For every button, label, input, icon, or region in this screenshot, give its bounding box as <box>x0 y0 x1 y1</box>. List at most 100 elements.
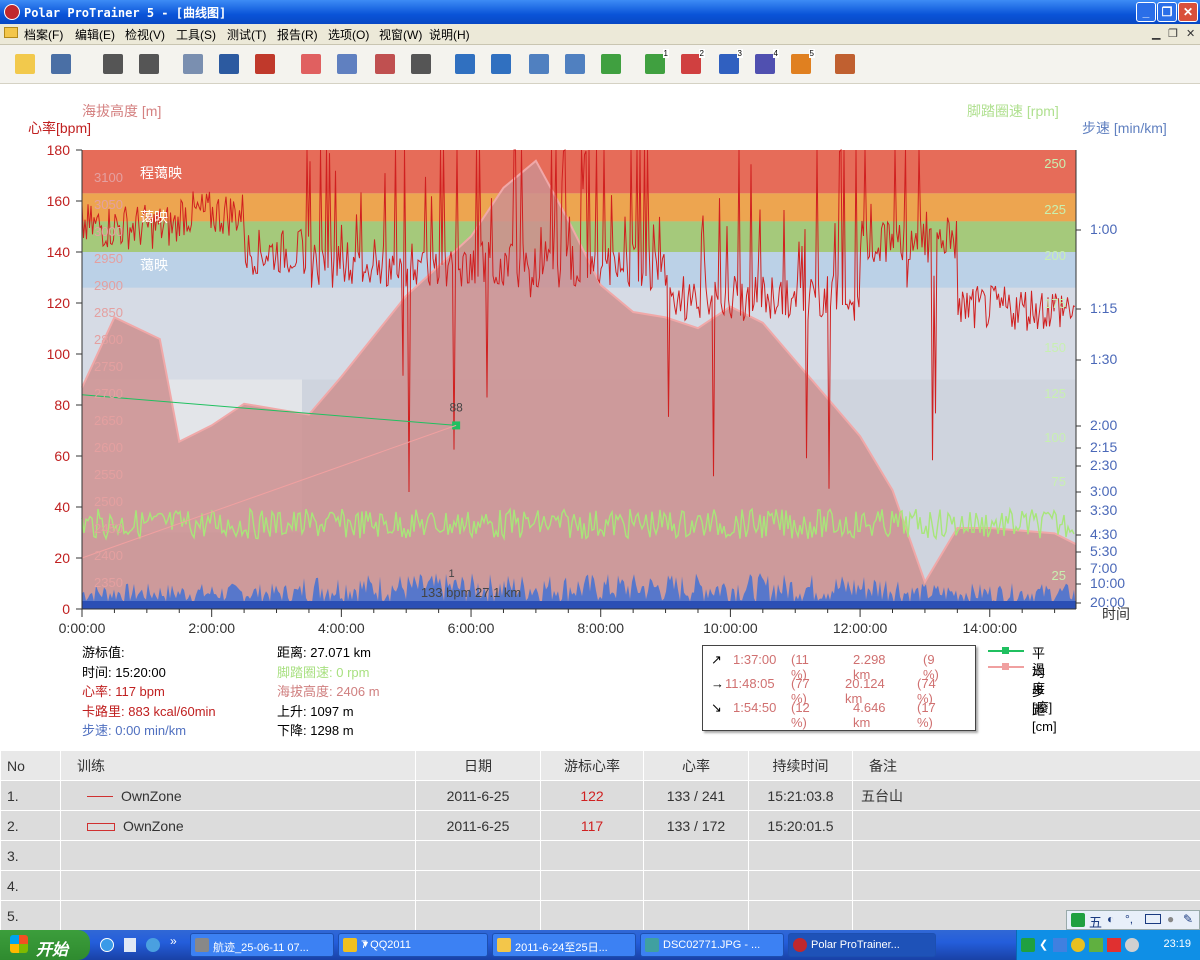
download-button[interactable] <box>524 49 554 79</box>
system-tray: ❮ 23:19 <box>1016 930 1200 960</box>
compare-4-button[interactable]: 4 <box>750 49 780 79</box>
title-bar[interactable]: Polar ProTrainer 5 - [曲线图] _ ❐ ✕ <box>0 0 1200 24</box>
people-button[interactable] <box>830 49 860 79</box>
menu-window[interactable]: 视窗(W) <box>379 26 422 43</box>
row-notes <box>852 840 1200 871</box>
quicklaunch-more-icon[interactable]: » <box>170 934 177 948</box>
ime-tray-icon[interactable] <box>1021 938 1035 952</box>
open-folder-button[interactable] <box>10 49 40 79</box>
ime-punct-icon[interactable]: ◐ <box>1107 912 1114 926</box>
box-marker-icon <box>87 822 115 831</box>
menu-report[interactable]: 报告(R) <box>277 26 318 43</box>
cadence-tick-label: 250 <box>1044 156 1066 171</box>
save-button[interactable] <box>46 49 76 79</box>
row-notes: 五台山 <box>852 780 1200 811</box>
zoom-button[interactable] <box>450 49 480 79</box>
row-hr: 133 / 241 <box>643 780 749 811</box>
ie-icon[interactable] <box>100 938 114 952</box>
security-icon[interactable] <box>1089 938 1103 952</box>
header-date[interactable]: 日期 <box>415 750 541 781</box>
task-folder[interactable]: 2011-6-24至25日... <box>492 933 636 957</box>
multi-curve-button[interactable] <box>596 49 626 79</box>
ime-symbol-icon[interactable]: °, <box>1125 912 1133 926</box>
menu-edit[interactable]: 编辑(E) <box>75 26 115 43</box>
header-exercise[interactable]: 训练 <box>60 750 416 781</box>
row-hr-text: 133 / 172 <box>666 817 726 834</box>
ime-user-icon[interactable]: ● <box>1167 912 1174 926</box>
menu-file[interactable]: 档案(F) <box>24 26 63 43</box>
start-button[interactable]: 开始 <box>0 930 90 960</box>
row-duration <box>748 870 853 901</box>
table-row[interactable]: 3. <box>0 840 1200 871</box>
calendar-button[interactable] <box>178 49 208 79</box>
close-button[interactable]: ✕ <box>1178 2 1198 22</box>
menu-tools[interactable]: 工具(S) <box>176 26 216 43</box>
ime-language-bar[interactable]: 五 ◐ °, ● ✎ <box>1066 910 1200 930</box>
compare-5-button[interactable]: 5 <box>786 49 816 79</box>
menu-view[interactable]: 检视(V) <box>125 26 165 43</box>
ime-settings-icon[interactable]: ✎ <box>1183 912 1193 926</box>
menu-help[interactable]: 说明(H) <box>429 26 470 43</box>
diary-button[interactable] <box>214 49 244 79</box>
stopwatch-button[interactable] <box>560 49 590 79</box>
header-no[interactable]: No <box>0 750 61 781</box>
info-chart-button[interactable] <box>486 49 516 79</box>
bar-view-button[interactable] <box>332 49 362 79</box>
qq-tray-icon[interactable] <box>1071 938 1085 952</box>
center-summary-label: 133 bpm 27.1 km <box>421 585 521 600</box>
table-row[interactable]: 1. OwnZone 2011-6-25 122 133 / 241 15:21:03.8… <box>0 780 1200 811</box>
mdi-close-icon[interactable]: ✕ <box>1186 27 1195 40</box>
mdi-minimize-icon[interactable]: ▁ <box>1152 27 1160 40</box>
ime-logo-icon <box>1071 913 1085 927</box>
row-no: 3. <box>0 840 61 871</box>
tray-collapse-icon[interactable]: ❮ <box>1039 938 1048 951</box>
compare-1-button[interactable]: 1 <box>640 49 670 79</box>
header-hr[interactable]: 心率 <box>643 750 749 781</box>
table-row[interactable]: 2. OwnZone 2011-6-25 117 133 / 172 15:20:01.5 <box>0 810 1200 841</box>
show-desktop-icon[interactable] <box>124 938 136 952</box>
restore-button[interactable]: ❐ <box>1157 2 1177 22</box>
hr-tick-label: 100 <box>47 346 71 362</box>
alt-tick-label: 2550 <box>94 467 123 482</box>
user-button[interactable] <box>250 49 280 79</box>
table-header: No 训练 日期 游标心率 心率 持续时间 备注 <box>0 750 1200 781</box>
hr-tick-label: 180 <box>47 142 71 158</box>
document-icon[interactable] <box>4 27 18 38</box>
menu-options[interactable]: 选项(O) <box>328 26 369 43</box>
table-view-button[interactable] <box>406 49 436 79</box>
volume-icon[interactable] <box>1125 938 1139 952</box>
header-cursor-hr[interactable]: 游标心率 <box>540 750 644 781</box>
network-icon[interactable] <box>1053 938 1067 952</box>
curve-view-icon <box>301 54 321 74</box>
table-row[interactable]: 4. <box>0 870 1200 901</box>
table-row[interactable]: 5. <box>0 900 1200 931</box>
sync-button[interactable] <box>98 49 128 79</box>
hr-tick-label: 40 <box>54 499 70 515</box>
minimize-button[interactable]: _ <box>1136 2 1156 22</box>
task-polar-active[interactable]: Polar ProTrainer... <box>788 933 936 957</box>
task-qq[interactable]: 7 QQ2011 ▼ <box>338 933 488 957</box>
task-image-viewer[interactable]: DSC02771.JPG - ... <box>640 933 784 957</box>
percent-view-button[interactable] <box>370 49 400 79</box>
ime-keyboard-icon[interactable] <box>1145 914 1161 924</box>
compare-3-button[interactable]: 3 <box>714 49 744 79</box>
media-player-icon[interactable] <box>146 938 160 952</box>
task-track-app[interactable]: 航迹_25-06-11 07... <box>190 933 334 957</box>
mdi-restore-icon[interactable]: ❐ <box>1168 27 1178 40</box>
cadence-axis-label: 脚踏圈速 [rpm] <box>967 103 1059 119</box>
save-icon <box>51 54 71 74</box>
app-icon[interactable] <box>4 4 20 20</box>
toolbar: 1 2 3 4 5 <box>0 45 1200 84</box>
header-duration[interactable]: 持续时间 <box>748 750 853 781</box>
downhill-dist-pct: (17 %) <box>917 700 936 730</box>
cursor-cadence: 脚踏圈速: 0 rpm <box>277 664 370 680</box>
curve-view-button[interactable] <box>296 49 326 79</box>
compare-2-button[interactable]: 2 <box>676 49 706 79</box>
menu-test[interactable]: 测试(T) <box>227 26 266 43</box>
ati-icon[interactable] <box>1107 938 1121 952</box>
group-dropdown-icon[interactable]: ▼ <box>361 939 483 949</box>
settings-button[interactable] <box>134 49 164 79</box>
curve-chart[interactable]: 88133 bpm 27.1 km1程蔼映蔼映蔼映020406080100120… <box>0 134 1200 694</box>
ime-mode-label[interactable]: 五 <box>1089 912 1102 931</box>
header-notes[interactable]: 备注 <box>852 750 1200 781</box>
